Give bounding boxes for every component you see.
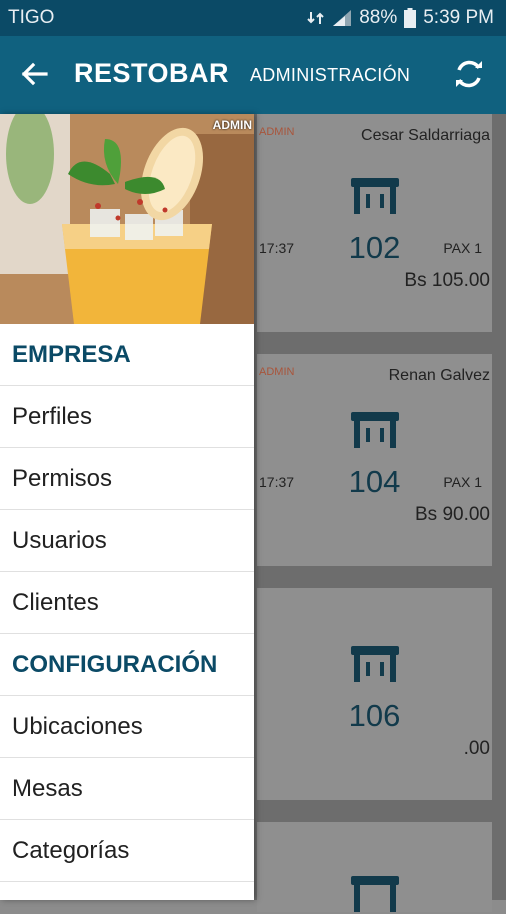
status-right: 88% 5:39 PM [307, 7, 494, 29]
clock: 5:39 PM [423, 7, 494, 28]
carrier-label: TIGO [8, 7, 55, 28]
data-transfer-icon [307, 12, 324, 24]
table-icon [351, 876, 399, 912]
menu-item-permisos[interactable]: Permisos [0, 448, 254, 510]
table-card[interactable] [257, 822, 492, 912]
table-icon [351, 412, 399, 448]
table-card[interactable]: ADMIN Cesar Saldarriaga 17:37 102 PAX 1 … [257, 114, 492, 332]
table-number: 106 [348, 698, 401, 733]
drawer-header-image: ADMIN [0, 114, 254, 324]
menu-item-mesas[interactable]: Mesas [0, 758, 254, 820]
table-admin-tag: ADMIN [259, 126, 295, 138]
menu-item-categorias[interactable]: Categorías [0, 820, 254, 882]
app-subtitle: ADMINISTRACIÓN [250, 65, 411, 85]
app-title: RESTOBAR [74, 58, 230, 88]
table-user: Cesar Saldarriaga [361, 127, 490, 144]
menu-item-productos[interactable]: Productos [0, 882, 254, 901]
menu-item-clientes[interactable]: Clientes [0, 572, 254, 634]
status-bar: TIGO 88% 5:39 PM [0, 0, 506, 36]
section-empresa: EMPRESA [0, 324, 254, 386]
table-icon [351, 646, 399, 682]
table-total: Bs 105.00 [404, 270, 490, 291]
table-icon [351, 178, 399, 214]
table-pax: PAX 1 [443, 240, 482, 256]
back-arrow-icon[interactable] [18, 58, 50, 90]
table-card[interactable]: 106 .00 [257, 588, 492, 800]
table-total: Bs 90.00 [415, 504, 490, 525]
table-card[interactable]: ADMIN Renan Galvez 17:37 104 PAX 1 Bs 90… [257, 354, 492, 566]
refresh-icon[interactable] [451, 56, 487, 92]
admin-badge: ADMIN [212, 118, 252, 132]
table-admin-tag: ADMIN [259, 366, 295, 378]
drink-illustration [0, 114, 254, 324]
menu-item-perfiles[interactable]: Perfiles [0, 386, 254, 448]
navigation-drawer: ADMIN EMPRESA Perfiles Permisos Usuarios… [0, 114, 254, 900]
menu-item-ubicaciones[interactable]: Ubicaciones [0, 696, 254, 758]
table-user: Renan Galvez [388, 367, 490, 384]
app-bar: RESTOBAR ADMINISTRACIÓN [0, 36, 506, 114]
signal-icon [333, 10, 352, 26]
table-total: .00 [463, 738, 490, 759]
battery-percent: 88% [359, 7, 398, 28]
battery-icon [404, 8, 417, 28]
table-pax: PAX 1 [443, 474, 482, 490]
section-configuracion: CONFIGURACIÓN [0, 634, 254, 696]
menu-item-usuarios[interactable]: Usuarios [0, 510, 254, 572]
